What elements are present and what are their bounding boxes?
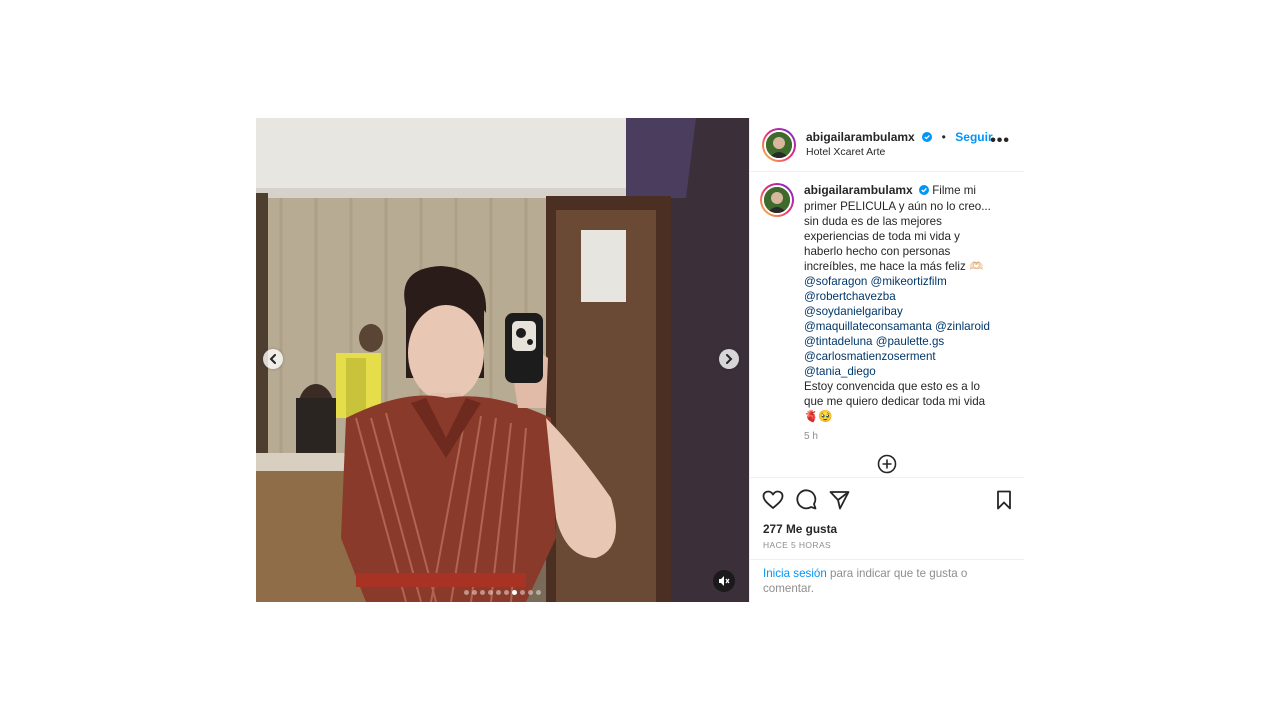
speaker-muted-icon <box>719 576 730 586</box>
carousel-dot <box>528 590 533 595</box>
caption-emoji: 🫀🥹 <box>804 410 833 423</box>
verified-badge-icon <box>922 130 933 145</box>
carousel-dot <box>536 590 541 595</box>
carousel-next-button[interactable] <box>719 349 739 369</box>
caption-line: experiencias de toda mi vida y <box>804 230 960 243</box>
post-sidebar: abigailarambulamx • Seguir Hotel Xcaret … <box>749 118 1024 602</box>
caption-line: Estoy convencida que esto es a lo <box>804 380 980 393</box>
carousel-dot <box>512 590 517 595</box>
caption-line: sin duda es de las mejores <box>804 215 942 228</box>
login-prompt: Inicia sesión para indicar que te gusta … <box>750 559 1024 602</box>
mention-link[interactable]: @tintadeluna @paulette.gs <box>804 334 1004 349</box>
post-header: abigailarambulamx • Seguir Hotel Xcaret … <box>750 118 1024 172</box>
carousel-dot <box>520 590 525 595</box>
avatar[interactable] <box>762 127 796 162</box>
add-comment-icon <box>877 454 897 474</box>
comment-button[interactable] <box>796 489 817 510</box>
paper-plane-icon <box>829 490 850 509</box>
carousel-dot <box>480 590 485 595</box>
caption-line: que me quiero dedicar toda mi vida <box>804 395 986 408</box>
carousel-dot <box>464 590 469 595</box>
mention-link[interactable]: @soydanielgaribay <box>804 304 1004 319</box>
carousel-dot <box>496 590 501 595</box>
add-comment-button[interactable] <box>877 454 897 474</box>
likes-count[interactable]: 277 Me gusta <box>750 522 1024 536</box>
posted-time: HACE 5 HORAS <box>763 540 832 550</box>
bookmark-icon <box>997 490 1011 509</box>
mention-link[interactable]: @sofaragon @mikeortizfilm <box>804 274 1004 289</box>
login-link[interactable]: Inicia sesión <box>763 567 827 580</box>
heart-icon <box>762 490 784 509</box>
more-options-button[interactable]: ••• <box>990 132 1010 150</box>
caption-text: abigailarambulamx Filme mi primer PELICU… <box>804 183 1004 477</box>
profile-photo <box>764 187 790 213</box>
caption-line: Filme mi <box>932 184 976 197</box>
mention-link[interactable]: @carlosmatienzoserment <box>804 349 1004 364</box>
save-button[interactable] <box>996 490 1012 510</box>
caption-line: primer PELICULA y aún no lo creo... <box>804 200 991 213</box>
username-link[interactable]: abigailarambulamx <box>806 130 915 144</box>
follow-button[interactable]: Seguir <box>955 130 992 144</box>
caption-avatar[interactable] <box>760 183 794 217</box>
caption-line: haberlo hecho con personas <box>804 245 951 258</box>
mute-toggle-button[interactable] <box>713 570 735 592</box>
caption-area: abigailarambulamx Filme mi primer PELICU… <box>750 172 1024 477</box>
carousel-dot <box>472 590 477 595</box>
mention-link[interactable]: @tania_diego <box>804 364 1004 379</box>
caption-username[interactable]: abigailarambulamx <box>804 183 913 197</box>
caption-timestamp[interactable]: 5 h <box>804 429 1004 444</box>
like-button[interactable] <box>762 490 784 510</box>
mention-link[interactable]: @maquillateconsamanta @zinlaroid <box>804 319 1004 334</box>
chevron-right-icon <box>726 354 733 364</box>
mention-link[interactable]: @robertchavezba <box>804 289 1004 304</box>
carousel-prev-button[interactable] <box>263 349 283 369</box>
instagram-post: abigailarambulamx • Seguir Hotel Xcaret … <box>256 118 1024 602</box>
video-frame-image <box>256 118 749 602</box>
profile-photo <box>766 131 792 158</box>
caption-line: increíbles, me hace la más feliz 🫶🏻 <box>804 260 984 273</box>
post-video[interactable] <box>256 118 749 602</box>
carousel-dot <box>504 590 509 595</box>
verified-badge-icon <box>918 184 929 199</box>
carousel-dots <box>256 590 749 595</box>
carousel-dot <box>488 590 493 595</box>
chevron-left-icon <box>269 354 276 364</box>
action-bar <box>750 477 1024 521</box>
separator-dot: • <box>941 130 946 144</box>
location-link[interactable]: Hotel Xcaret Arte <box>806 145 993 160</box>
share-button[interactable] <box>829 490 850 510</box>
comment-icon <box>796 489 817 510</box>
